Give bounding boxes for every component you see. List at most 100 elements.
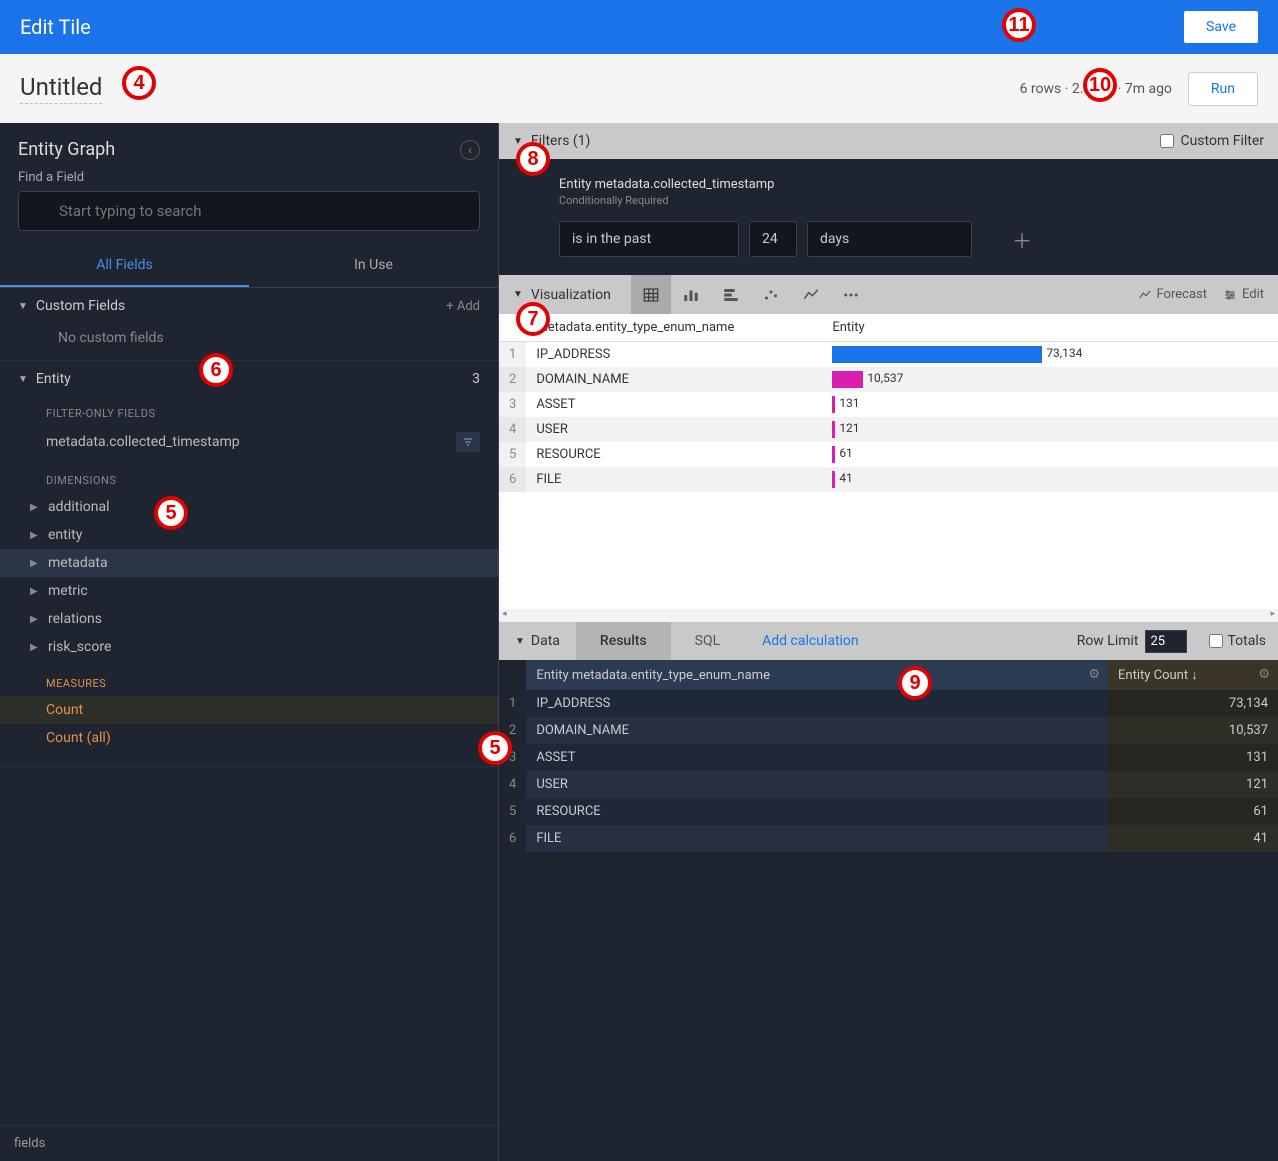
row-number: 5 xyxy=(499,442,526,467)
gear-icon[interactable]: ⚙ xyxy=(1088,667,1100,682)
results-col-count[interactable]: Entity Count ↓⚙ xyxy=(1108,660,1278,690)
row-number: 4 xyxy=(499,417,526,442)
filter-field-name: metadata.collected_timestamp xyxy=(46,434,240,450)
entity-type-cell[interactable]: IP_ADDRESS xyxy=(526,690,1108,717)
viz-type-line-icon[interactable] xyxy=(791,275,831,314)
totals-toggle[interactable]: Totals xyxy=(1197,633,1278,649)
row-number: 1 xyxy=(499,690,526,717)
tile-title[interactable]: Untitled xyxy=(20,73,102,104)
row-number: 2 xyxy=(499,367,526,392)
caret-down-icon: ▼ xyxy=(515,636,525,647)
totals-checkbox[interactable] xyxy=(1209,634,1223,648)
entity-type-cell[interactable]: ASSET xyxy=(526,744,1108,771)
entity-count-cell[interactable]: 61 xyxy=(1108,798,1278,825)
viz-row: 2DOMAIN_NAME10,537 xyxy=(499,367,1278,392)
viz-type-table-icon[interactable] xyxy=(631,275,671,314)
entity-count-cell[interactable]: 41 xyxy=(1108,825,1278,852)
entity-type-cell[interactable]: DOMAIN_NAME xyxy=(526,717,1108,744)
dimension-additional[interactable]: ▶additional xyxy=(0,493,498,521)
dimension-metric[interactable]: ▶metric xyxy=(0,577,498,605)
entity-bar-cell[interactable]: 121 xyxy=(822,417,1278,442)
row-limit-input[interactable] xyxy=(1145,630,1187,653)
entity-count-cell[interactable]: 10,537 xyxy=(1108,717,1278,744)
measure-count[interactable]: Count xyxy=(0,696,498,724)
entity-count-cell[interactable]: 73,134 xyxy=(1108,690,1278,717)
search-input[interactable] xyxy=(18,191,480,231)
viz-col-header-entity[interactable]: Entity xyxy=(822,314,1278,342)
entity-type-cell[interactable]: RESOURCE xyxy=(526,442,822,467)
sidebar-header: Entity Graph ‹ xyxy=(0,123,498,170)
entity-type-cell[interactable]: USER xyxy=(526,417,822,442)
run-button[interactable]: Run xyxy=(1188,72,1258,106)
dimension-relations[interactable]: ▶relations xyxy=(0,605,498,633)
data-dropdown[interactable]: ▼ Data xyxy=(499,633,576,649)
filters-header[interactable]: ▼ Filters (1) Custom Filter xyxy=(499,123,1278,159)
add-custom-field-button[interactable]: + Add xyxy=(446,299,480,314)
entity-bar-cell[interactable]: 61 xyxy=(822,442,1278,467)
horizontal-scrollbar[interactable] xyxy=(499,609,1278,622)
collapse-sidebar-icon[interactable]: ‹ xyxy=(460,140,480,160)
entity-count-cell[interactable]: 131 xyxy=(1108,744,1278,771)
filter-only-fields-label: FILTER-ONLY FIELDS xyxy=(0,401,498,426)
dimension-risk-score[interactable]: ▶risk_score xyxy=(0,633,498,661)
caret-down-icon: ▼ xyxy=(513,289,523,300)
save-button[interactable]: Save xyxy=(1184,11,1258,43)
entity-type-cell[interactable]: ASSET xyxy=(526,392,822,417)
entity-count: 3 xyxy=(472,371,480,387)
entity-type-cell[interactable]: RESOURCE xyxy=(526,798,1108,825)
results-col-name[interactable]: Entity metadata.entity_type_enum_name⚙ xyxy=(526,660,1108,690)
filter-operator-select[interactable]: is in the past xyxy=(559,221,739,257)
gear-icon[interactable]: ⚙ xyxy=(1258,667,1270,682)
filter-icon[interactable] xyxy=(456,432,480,452)
filter-name: Entity metadata.collected_timestamp xyxy=(559,177,1264,192)
viz-type-more-icon[interactable] xyxy=(831,275,871,314)
entity-section-header[interactable]: ▼ Entity 3 xyxy=(0,361,498,397)
custom-filter-checkbox[interactable] xyxy=(1160,134,1174,148)
custom-fields-header[interactable]: ▼ Custom Fields + Add xyxy=(0,288,498,324)
annotation-badge-11: 11 xyxy=(1002,8,1036,42)
entity-bar-cell[interactable]: 41 xyxy=(822,467,1278,492)
viz-edit-button[interactable]: Edit xyxy=(1223,287,1264,302)
entity-bar-cell[interactable]: 10,537 xyxy=(822,367,1278,392)
entity-type-cell[interactable]: FILE xyxy=(526,825,1108,852)
sub-bar-right: 6 rows · 2.489s · 7m ago Run xyxy=(1020,72,1258,106)
entity-type-cell[interactable]: FILE xyxy=(526,467,822,492)
dimension-entity[interactable]: ▶entity xyxy=(0,521,498,549)
tab-all-fields[interactable]: All Fields xyxy=(0,245,249,287)
viz-row: 4USER121 xyxy=(499,417,1278,442)
top-bar: Edit Tile Save xyxy=(0,0,1278,54)
add-filter-icon[interactable]: ＋ xyxy=(1012,225,1032,254)
viz-type-scatter-icon[interactable] xyxy=(751,275,791,314)
measure-count-all[interactable]: Count (all) xyxy=(0,724,498,752)
entity-type-cell[interactable]: DOMAIN_NAME xyxy=(526,367,822,392)
entity-type-cell[interactable]: USER xyxy=(526,771,1108,798)
entity-type-cell[interactable]: IP_ADDRESS xyxy=(526,342,822,368)
entity-bar-cell[interactable]: 131 xyxy=(822,392,1278,417)
viz-type-column-icon[interactable] xyxy=(671,275,711,314)
visualization-panel: metadata.entity_type_enum_name Entity 1I… xyxy=(499,314,1278,622)
tab-in-use[interactable]: In Use xyxy=(249,245,498,287)
visualization-toggle[interactable]: ▼ Visualization xyxy=(513,287,611,303)
dimension-metadata[interactable]: ▶metadata xyxy=(0,549,498,577)
annotation-badge-10: 10 xyxy=(1083,68,1117,102)
tab-results[interactable]: Results xyxy=(576,622,671,660)
right-panel: ▼ Filters (1) Custom Filter Entity metad… xyxy=(498,123,1278,1161)
forecast-button[interactable]: Forecast xyxy=(1138,287,1207,302)
custom-filter-toggle[interactable]: Custom Filter xyxy=(1160,133,1264,149)
row-limit-control: Row Limit xyxy=(1067,630,1197,653)
results-row: 5RESOURCE61 xyxy=(499,798,1278,825)
row-number: 6 xyxy=(499,825,526,852)
viz-type-bar-icon[interactable] xyxy=(711,275,751,314)
tab-sql[interactable]: SQL xyxy=(671,622,744,660)
add-calculation-button[interactable]: Add calculation xyxy=(744,633,877,649)
entity-bar-cell[interactable]: 73,134 xyxy=(822,342,1278,368)
entity-count-cell[interactable]: 121 xyxy=(1108,771,1278,798)
row-number: 3 xyxy=(499,392,526,417)
entity-section: ▼ Entity 3 FILTER-ONLY FIELDS metadata.c… xyxy=(0,361,498,767)
filter-unit-select[interactable]: days xyxy=(807,221,972,257)
annotation-badge-9: 9 xyxy=(898,666,932,700)
filter-only-field-item[interactable]: metadata.collected_timestamp xyxy=(0,426,498,458)
filter-value-input[interactable] xyxy=(749,221,797,257)
visualization-label: Visualization xyxy=(531,287,611,303)
viz-col-header-name[interactable]: metadata.entity_type_enum_name xyxy=(526,314,822,342)
